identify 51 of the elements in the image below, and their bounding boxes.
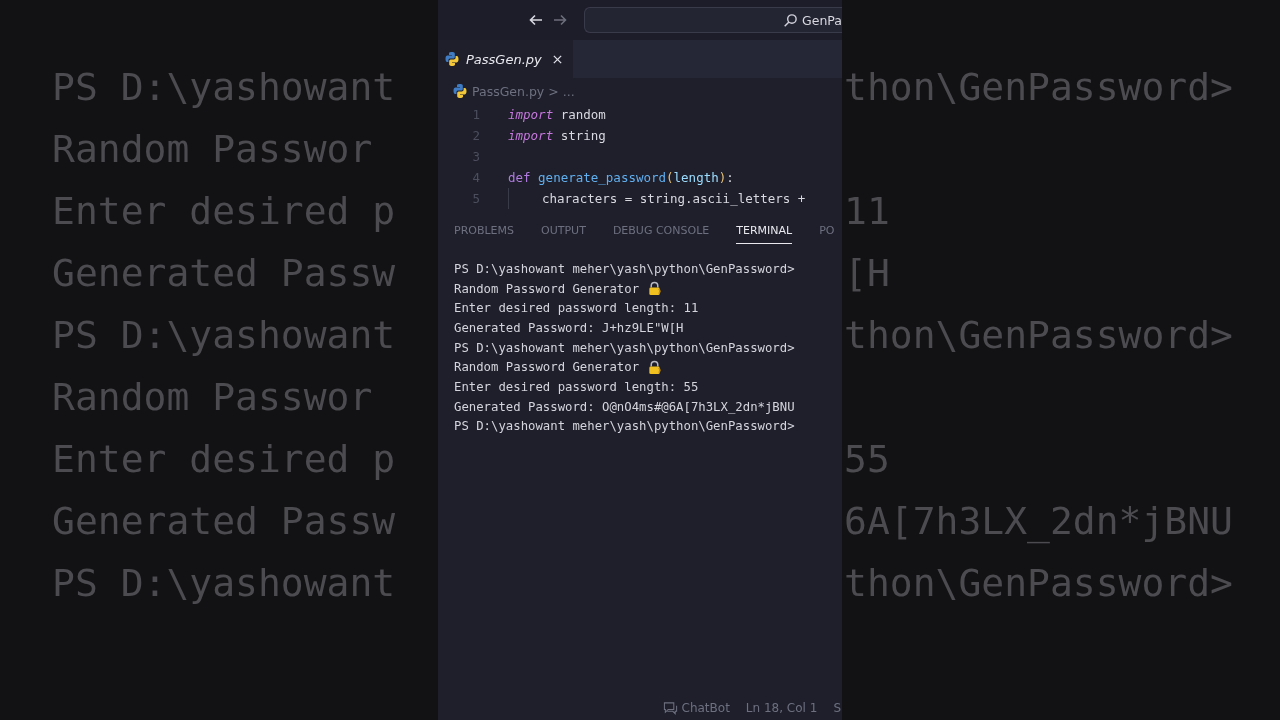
- backdrop-text: 11: [844, 188, 890, 235]
- terminal-line: Enter desired password length: 55: [454, 379, 699, 394]
- status-item[interactable]: S: [833, 701, 841, 715]
- terminal-line: Generated Password: O@nO4ms#@6A[7h3LX_2dn*jBNU: [454, 399, 795, 414]
- backdrop-text: thon\GenPassword>: [844, 560, 1233, 607]
- breadcrumb-item[interactable]: ...: [562, 83, 575, 99]
- editor-tab[interactable]: PassGen.py: [438, 40, 573, 78]
- breadcrumb-separator: >: [548, 83, 559, 99]
- code-line: import string: [508, 128, 606, 143]
- backdrop-text: [H: [844, 250, 890, 297]
- backdrop-text: Random Passwor: [52, 374, 373, 421]
- close-icon[interactable]: [551, 53, 563, 65]
- search-text: GenPa: [802, 12, 842, 28]
- forward-arrow-icon[interactable]: [552, 12, 568, 28]
- search-icon: [783, 12, 799, 28]
- backdrop-text: PS D:\yashowant: [52, 312, 396, 359]
- chat-status-item[interactable]: ChatBot: [662, 700, 730, 716]
- breadcrumb-item[interactable]: PassGen.py: [472, 83, 545, 99]
- backdrop-text: thon\GenPassword>: [844, 312, 1233, 359]
- terminal-line: Enter desired password length: 11: [454, 301, 699, 316]
- panel-tab[interactable]: PO: [819, 218, 835, 244]
- terminal-line: PS D:\yashowant meher\yash\python\GenPassword>: [454, 340, 795, 355]
- panel-tab[interactable]: DEBUG CONSOLE: [612, 218, 710, 244]
- cursor-position[interactable]: Ln 18, Col 1: [745, 701, 818, 715]
- tab-label: PassGen.py: [466, 51, 542, 67]
- code-line: def generate_password(length):: [508, 170, 734, 185]
- code-line: import random: [508, 107, 606, 122]
- chat-icon: [662, 700, 678, 716]
- backdrop-text: PS D:\yashowant: [52, 560, 396, 607]
- backdrop-text: Random Passwor: [52, 126, 373, 173]
- panel-tab[interactable]: TERMINAL: [736, 218, 793, 244]
- terminal-line: Random Password Generator: [454, 360, 640, 375]
- panel-tab[interactable]: OUTPUT: [541, 218, 586, 244]
- backdrop-text: 6A[7h3LX_2dn*jBNU: [844, 498, 1233, 546]
- backdrop-text: Generated Passw: [52, 250, 396, 297]
- terminal-line: Generated Password: J+hz9LE"W[H: [454, 320, 684, 335]
- terminal-line: Random Password Generator: [454, 281, 640, 296]
- terminal-line: PS D:\yashowant meher\yash\python\GenPassword>: [454, 419, 795, 434]
- backdrop-text: Enter desired p: [52, 188, 396, 235]
- code-line: characters = string.ascii_letters +: [542, 191, 806, 206]
- back-arrow-icon[interactable]: [528, 12, 544, 28]
- python-icon: [444, 51, 460, 67]
- panel-tab[interactable]: PROBLEMS: [454, 218, 515, 244]
- terminal-line: PS D:\yashowant meher\yash\python\GenPassword>: [454, 261, 795, 276]
- backdrop-text: Generated Passw: [52, 498, 396, 545]
- search-field[interactable]: GenPa: [584, 7, 842, 33]
- backdrop-text: thon\GenPassword>: [844, 64, 1233, 111]
- backdrop-text: 55: [844, 436, 890, 483]
- backdrop-text: Enter desired p: [52, 436, 396, 483]
- python-icon: [452, 83, 468, 99]
- backdrop-text: PS D:\yashowant: [52, 64, 396, 111]
